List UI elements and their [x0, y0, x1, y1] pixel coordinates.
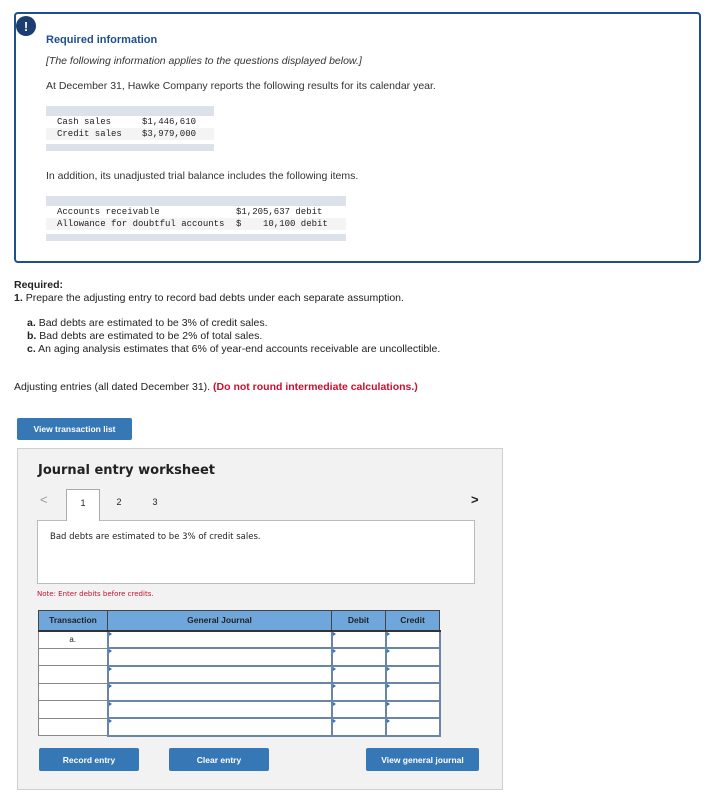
worksheet-tab-2[interactable]: 2: [102, 489, 136, 521]
worksheet-tab-3[interactable]: 3: [138, 489, 172, 521]
journal-row: [38, 664, 441, 684]
journal-row: a.: [38, 629, 441, 649]
trial-balance-table: Accounts receivable $1,205,637 debit All…: [46, 196, 346, 241]
credit-input[interactable]: [384, 717, 441, 737]
journal-table: Transaction General Journal Debit Credit…: [38, 610, 441, 737]
required-item-text: Prepare the adjusting entry to record ba…: [25, 292, 404, 304]
trial-balance-label: Accounts receivable: [57, 207, 160, 217]
sales-label: Credit sales: [57, 129, 122, 139]
entry-note: Note: Enter debits before credits.: [37, 590, 154, 598]
account-input[interactable]: [106, 664, 333, 684]
info-statement: At December 31, Hawke Company reports th…: [46, 80, 436, 92]
required-heading: Required:: [14, 279, 64, 291]
credit-input[interactable]: [384, 664, 441, 684]
sales-label: Cash sales: [57, 117, 112, 127]
debit-input[interactable]: [330, 699, 387, 719]
journal-row: [38, 682, 441, 702]
journal-row: [38, 717, 441, 737]
chevron-right-icon[interactable]: >: [471, 492, 479, 507]
assumption-item: b. Bad debts are estimated to be 2% of t…: [27, 329, 263, 342]
column-header-debit: Debit: [331, 610, 386, 632]
worksheet-title: Journal entry worksheet: [38, 463, 215, 478]
clear-entry-button[interactable]: Clear entry: [169, 748, 269, 771]
worksheet-tab-1[interactable]: 1: [66, 489, 100, 521]
assumption-list: a. Bad debts are estimated to be 3% of c…: [27, 317, 440, 355]
account-input[interactable]: [106, 629, 333, 649]
assumption-item: a. Bad debts are estimated to be 3% of c…: [27, 317, 268, 329]
credit-input[interactable]: [384, 629, 441, 649]
trial-balance-label: Allowance for doubtful accounts: [57, 219, 225, 229]
transaction-cell: [38, 647, 108, 666]
entry-description: Bad debts are estimated to be 3% of cred…: [37, 520, 475, 584]
transaction-cell: [38, 682, 108, 701]
debit-input[interactable]: [330, 629, 387, 649]
chevron-left-icon[interactable]: <: [40, 492, 48, 507]
debit-input[interactable]: [330, 647, 387, 667]
credit-input[interactable]: [384, 682, 441, 702]
required-item-number: 1.: [14, 292, 23, 304]
sales-table: Cash sales $1,446,610 Credit sales $3,97…: [46, 106, 214, 151]
transaction-cell: [38, 717, 108, 736]
sales-row: Credit sales $3,979,000: [46, 128, 214, 140]
credit-input[interactable]: [384, 647, 441, 667]
view-transaction-list-button[interactable]: View transaction list: [17, 418, 132, 440]
account-input[interactable]: [106, 699, 333, 719]
trial-balance-value: $ 10,100 debit: [236, 219, 328, 229]
sales-value: $1,446,610: [142, 117, 197, 127]
credit-input[interactable]: [384, 699, 441, 719]
column-header-general-journal: General Journal: [107, 610, 332, 632]
trial-balance-row: Allowance for doubtful accounts $ 10,100…: [46, 218, 346, 230]
journal-entry-worksheet: Journal entry worksheet < 1 2 3 > Bad de…: [17, 448, 503, 790]
adjusting-text: Adjusting entries (all dated December 31…: [14, 381, 211, 393]
trial-balance-intro: In addition, its unadjusted trial balanc…: [46, 170, 359, 182]
account-input[interactable]: [106, 682, 333, 702]
journal-row: [38, 699, 441, 719]
journal-row: [38, 647, 441, 667]
required-information-panel: ! Required information [The following in…: [14, 12, 701, 263]
view-general-journal-button[interactable]: View general journal: [366, 748, 479, 771]
trial-balance-row: Accounts receivable $1,205,637 debit: [46, 206, 346, 218]
debit-input[interactable]: [330, 682, 387, 702]
record-entry-button[interactable]: Record entry: [39, 748, 139, 771]
alert-icon: !: [16, 16, 36, 36]
account-input[interactable]: [106, 717, 333, 737]
transaction-cell: [38, 700, 108, 719]
assumption-item: c. An aging analysis estimates that 6% o…: [27, 342, 441, 355]
transaction-cell: a.: [38, 630, 108, 649]
transaction-cell: [38, 665, 108, 684]
debit-input[interactable]: [330, 664, 387, 684]
column-header-transaction: Transaction: [38, 610, 108, 632]
sales-value: $3,979,000: [142, 129, 197, 139]
trial-balance-value: $1,205,637 debit: [236, 207, 323, 217]
required-information-title: Required information: [46, 34, 158, 46]
debit-input[interactable]: [330, 717, 387, 737]
account-input[interactable]: [106, 647, 333, 667]
column-header-credit: Credit: [385, 610, 440, 632]
info-intro: [The following information applies to th…: [46, 55, 362, 67]
sales-row: Cash sales $1,446,610: [46, 116, 214, 128]
required-section: Required: 1. Prepare the adjusting entry…: [14, 279, 404, 305]
rounding-warning: (Do not round intermediate calculations.…: [213, 381, 418, 393]
adjusting-instructions: Adjusting entries (all dated December 31…: [14, 381, 418, 393]
